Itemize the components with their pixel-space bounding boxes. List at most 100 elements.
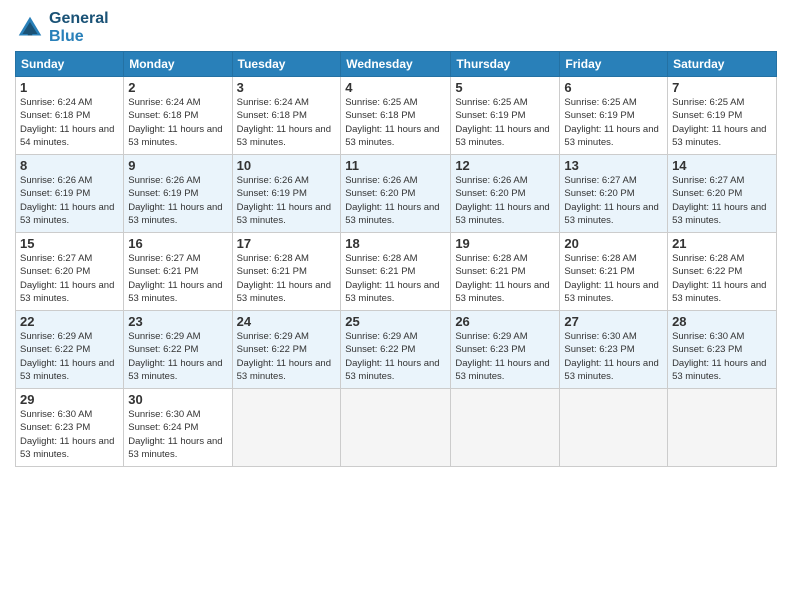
page: General Blue SundayMondayTuesdayWednesda… <box>0 0 792 612</box>
day-info: Sunrise: 6:25 AMSunset: 6:19 PMDaylight:… <box>564 96 663 149</box>
day-number: 10 <box>237 158 337 173</box>
day-number: 24 <box>237 314 337 329</box>
day-info: Sunrise: 6:26 AMSunset: 6:19 PMDaylight:… <box>237 174 337 227</box>
day-number: 14 <box>672 158 772 173</box>
day-info: Sunrise: 6:30 AMSunset: 6:24 PMDaylight:… <box>128 408 227 461</box>
day-number: 12 <box>455 158 555 173</box>
calendar-cell: 27Sunrise: 6:30 AMSunset: 6:23 PMDayligh… <box>560 311 668 389</box>
day-number: 11 <box>345 158 446 173</box>
calendar-cell <box>451 389 560 467</box>
day-number: 30 <box>128 392 227 407</box>
calendar-cell: 22Sunrise: 6:29 AMSunset: 6:22 PMDayligh… <box>16 311 124 389</box>
calendar-cell: 28Sunrise: 6:30 AMSunset: 6:23 PMDayligh… <box>668 311 777 389</box>
calendar-week-row: 15Sunrise: 6:27 AMSunset: 6:20 PMDayligh… <box>16 233 777 311</box>
day-number: 13 <box>564 158 663 173</box>
calendar-cell: 4Sunrise: 6:25 AMSunset: 6:18 PMDaylight… <box>341 77 451 155</box>
day-info: Sunrise: 6:25 AMSunset: 6:19 PMDaylight:… <box>672 96 772 149</box>
header: General Blue <box>15 10 777 45</box>
calendar-cell <box>232 389 341 467</box>
day-info: Sunrise: 6:25 AMSunset: 6:19 PMDaylight:… <box>455 96 555 149</box>
calendar-cell: 17Sunrise: 6:28 AMSunset: 6:21 PMDayligh… <box>232 233 341 311</box>
day-number: 6 <box>564 80 663 95</box>
calendar-cell: 23Sunrise: 6:29 AMSunset: 6:22 PMDayligh… <box>124 311 232 389</box>
day-number: 9 <box>128 158 227 173</box>
day-info: Sunrise: 6:28 AMSunset: 6:22 PMDaylight:… <box>672 252 772 305</box>
calendar-cell: 13Sunrise: 6:27 AMSunset: 6:20 PMDayligh… <box>560 155 668 233</box>
calendar-cell: 16Sunrise: 6:27 AMSunset: 6:21 PMDayligh… <box>124 233 232 311</box>
calendar-cell <box>560 389 668 467</box>
calendar-cell: 5Sunrise: 6:25 AMSunset: 6:19 PMDaylight… <box>451 77 560 155</box>
day-number: 3 <box>237 80 337 95</box>
day-number: 16 <box>128 236 227 251</box>
calendar-cell: 30Sunrise: 6:30 AMSunset: 6:24 PMDayligh… <box>124 389 232 467</box>
calendar: SundayMondayTuesdayWednesdayThursdayFrid… <box>15 51 777 467</box>
day-info: Sunrise: 6:29 AMSunset: 6:22 PMDaylight:… <box>237 330 337 383</box>
calendar-cell: 2Sunrise: 6:24 AMSunset: 6:18 PMDaylight… <box>124 77 232 155</box>
calendar-cell: 10Sunrise: 6:26 AMSunset: 6:19 PMDayligh… <box>232 155 341 233</box>
day-number: 20 <box>564 236 663 251</box>
day-info: Sunrise: 6:29 AMSunset: 6:23 PMDaylight:… <box>455 330 555 383</box>
day-info: Sunrise: 6:26 AMSunset: 6:19 PMDaylight:… <box>128 174 227 227</box>
day-info: Sunrise: 6:25 AMSunset: 6:18 PMDaylight:… <box>345 96 446 149</box>
day-number: 1 <box>20 80 119 95</box>
calendar-week-row: 8Sunrise: 6:26 AMSunset: 6:19 PMDaylight… <box>16 155 777 233</box>
day-info: Sunrise: 6:30 AMSunset: 6:23 PMDaylight:… <box>564 330 663 383</box>
weekday-header: Thursday <box>451 52 560 77</box>
weekday-header: Friday <box>560 52 668 77</box>
weekday-header: Saturday <box>668 52 777 77</box>
weekday-header: Monday <box>124 52 232 77</box>
calendar-cell: 26Sunrise: 6:29 AMSunset: 6:23 PMDayligh… <box>451 311 560 389</box>
day-number: 22 <box>20 314 119 329</box>
day-number: 17 <box>237 236 337 251</box>
day-number: 26 <box>455 314 555 329</box>
calendar-cell: 8Sunrise: 6:26 AMSunset: 6:19 PMDaylight… <box>16 155 124 233</box>
day-info: Sunrise: 6:28 AMSunset: 6:21 PMDaylight:… <box>345 252 446 305</box>
calendar-week-row: 29Sunrise: 6:30 AMSunset: 6:23 PMDayligh… <box>16 389 777 467</box>
day-number: 23 <box>128 314 227 329</box>
logo-text: General Blue <box>49 10 109 45</box>
calendar-cell: 19Sunrise: 6:28 AMSunset: 6:21 PMDayligh… <box>451 233 560 311</box>
day-number: 7 <box>672 80 772 95</box>
day-number: 8 <box>20 158 119 173</box>
calendar-cell <box>341 389 451 467</box>
calendar-cell: 11Sunrise: 6:26 AMSunset: 6:20 PMDayligh… <box>341 155 451 233</box>
day-info: Sunrise: 6:27 AMSunset: 6:20 PMDaylight:… <box>20 252 119 305</box>
calendar-cell: 14Sunrise: 6:27 AMSunset: 6:20 PMDayligh… <box>668 155 777 233</box>
weekday-header: Wednesday <box>341 52 451 77</box>
calendar-cell: 6Sunrise: 6:25 AMSunset: 6:19 PMDaylight… <box>560 77 668 155</box>
calendar-cell: 25Sunrise: 6:29 AMSunset: 6:22 PMDayligh… <box>341 311 451 389</box>
day-info: Sunrise: 6:24 AMSunset: 6:18 PMDaylight:… <box>20 96 119 149</box>
day-info: Sunrise: 6:28 AMSunset: 6:21 PMDaylight:… <box>455 252 555 305</box>
day-info: Sunrise: 6:26 AMSunset: 6:19 PMDaylight:… <box>20 174 119 227</box>
day-number: 25 <box>345 314 446 329</box>
day-info: Sunrise: 6:28 AMSunset: 6:21 PMDaylight:… <box>564 252 663 305</box>
calendar-cell <box>668 389 777 467</box>
calendar-cell: 12Sunrise: 6:26 AMSunset: 6:20 PMDayligh… <box>451 155 560 233</box>
calendar-cell: 7Sunrise: 6:25 AMSunset: 6:19 PMDaylight… <box>668 77 777 155</box>
day-info: Sunrise: 6:24 AMSunset: 6:18 PMDaylight:… <box>237 96 337 149</box>
day-info: Sunrise: 6:29 AMSunset: 6:22 PMDaylight:… <box>128 330 227 383</box>
calendar-cell: 18Sunrise: 6:28 AMSunset: 6:21 PMDayligh… <box>341 233 451 311</box>
day-number: 4 <box>345 80 446 95</box>
day-info: Sunrise: 6:29 AMSunset: 6:22 PMDaylight:… <box>20 330 119 383</box>
calendar-week-row: 1Sunrise: 6:24 AMSunset: 6:18 PMDaylight… <box>16 77 777 155</box>
calendar-cell: 24Sunrise: 6:29 AMSunset: 6:22 PMDayligh… <box>232 311 341 389</box>
calendar-cell: 29Sunrise: 6:30 AMSunset: 6:23 PMDayligh… <box>16 389 124 467</box>
calendar-cell: 3Sunrise: 6:24 AMSunset: 6:18 PMDaylight… <box>232 77 341 155</box>
weekday-header: Sunday <box>16 52 124 77</box>
day-info: Sunrise: 6:27 AMSunset: 6:21 PMDaylight:… <box>128 252 227 305</box>
day-number: 27 <box>564 314 663 329</box>
day-number: 29 <box>20 392 119 407</box>
logo-icon <box>15 13 45 43</box>
calendar-cell: 15Sunrise: 6:27 AMSunset: 6:20 PMDayligh… <box>16 233 124 311</box>
day-number: 15 <box>20 236 119 251</box>
calendar-cell: 20Sunrise: 6:28 AMSunset: 6:21 PMDayligh… <box>560 233 668 311</box>
day-info: Sunrise: 6:26 AMSunset: 6:20 PMDaylight:… <box>455 174 555 227</box>
day-info: Sunrise: 6:30 AMSunset: 6:23 PMDaylight:… <box>672 330 772 383</box>
day-info: Sunrise: 6:27 AMSunset: 6:20 PMDaylight:… <box>672 174 772 227</box>
day-info: Sunrise: 6:26 AMSunset: 6:20 PMDaylight:… <box>345 174 446 227</box>
day-info: Sunrise: 6:30 AMSunset: 6:23 PMDaylight:… <box>20 408 119 461</box>
day-number: 5 <box>455 80 555 95</box>
calendar-cell: 9Sunrise: 6:26 AMSunset: 6:19 PMDaylight… <box>124 155 232 233</box>
calendar-cell: 21Sunrise: 6:28 AMSunset: 6:22 PMDayligh… <box>668 233 777 311</box>
